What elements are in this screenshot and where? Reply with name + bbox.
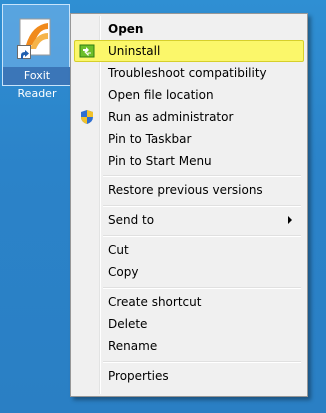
menu-item-cut[interactable]: Cut bbox=[74, 239, 304, 261]
menu-item-run-as-administrator[interactable]: Run as administrator bbox=[74, 106, 304, 128]
menu-item-create-shortcut[interactable]: Create shortcut bbox=[74, 291, 304, 313]
menu-item-label: Create shortcut bbox=[108, 295, 202, 309]
shortcut-arrow-icon bbox=[17, 45, 31, 59]
menu-item-delete[interactable]: Delete bbox=[74, 313, 304, 335]
menu-item-troubleshoot-compatibility[interactable]: Troubleshoot compatibility bbox=[74, 62, 304, 84]
menu-item-properties[interactable]: Properties bbox=[74, 365, 304, 387]
menu-item-send-to[interactable]: Send to bbox=[74, 209, 304, 231]
menu-item-label: Rename bbox=[108, 339, 158, 353]
menu-separator bbox=[103, 175, 301, 177]
uac-shield-icon bbox=[81, 110, 93, 124]
menu-item-rename[interactable]: Rename bbox=[74, 335, 304, 357]
desktop-icon-label: Foxit Reader bbox=[3, 67, 71, 100]
menu-item-uninstall[interactable]: Uninstall bbox=[74, 40, 304, 62]
menu-item-label: Troubleshoot compatibility bbox=[108, 66, 267, 80]
menu-item-open-file-location[interactable]: Open file location bbox=[74, 84, 304, 106]
chevron-right-icon bbox=[288, 216, 292, 224]
menu-item-label: Properties bbox=[108, 369, 169, 383]
menu-item-restore-previous-versions[interactable]: Restore previous versions bbox=[74, 179, 304, 201]
menu-item-pin-to-start-menu[interactable]: Pin to Start Menu bbox=[74, 150, 304, 172]
menu-item-pin-to-taskbar[interactable]: Pin to Taskbar bbox=[74, 128, 304, 150]
menu-item-label: Cut bbox=[108, 243, 129, 257]
menu-item-label: Uninstall bbox=[108, 44, 161, 58]
menu-separator bbox=[103, 205, 301, 207]
menu-separator bbox=[103, 235, 301, 237]
menu-item-label: Restore previous versions bbox=[108, 183, 263, 197]
context-menu: Open Uninstall Troubleshoot compatibilit… bbox=[70, 13, 308, 397]
uninstall-icon bbox=[79, 44, 95, 58]
menu-item-label: Delete bbox=[108, 317, 148, 331]
menu-separator bbox=[103, 361, 301, 363]
menu-item-label: Send to bbox=[108, 213, 155, 227]
menu-item-label: Open bbox=[108, 22, 144, 36]
menu-item-label: Pin to Taskbar bbox=[108, 132, 192, 146]
menu-item-label: Copy bbox=[108, 265, 139, 279]
desktop-shortcut-foxit-reader[interactable]: Foxit Reader bbox=[2, 4, 71, 100]
menu-item-label: Open file location bbox=[108, 88, 214, 102]
menu-item-copy[interactable]: Copy bbox=[74, 261, 304, 283]
menu-item-open[interactable]: Open bbox=[74, 18, 304, 40]
menu-item-label: Pin to Start Menu bbox=[108, 154, 212, 168]
menu-separator bbox=[103, 287, 301, 289]
menu-item-label: Run as administrator bbox=[108, 110, 234, 124]
